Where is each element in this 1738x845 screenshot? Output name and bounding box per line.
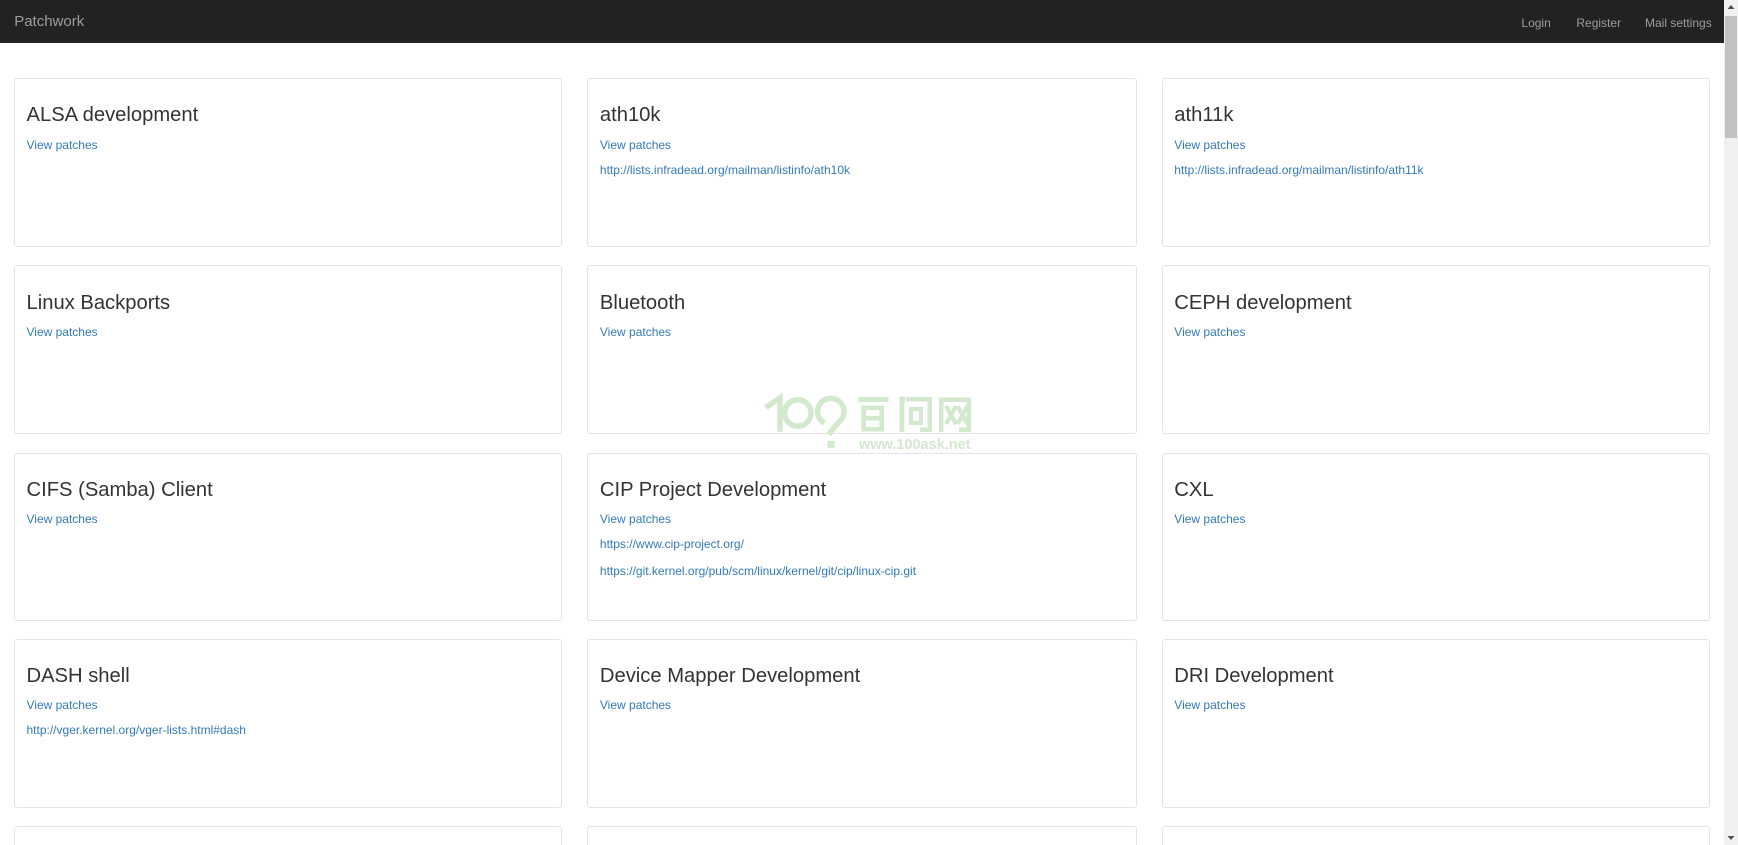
svg-text:www.100ask.net: www.100ask.net bbox=[858, 437, 971, 453]
